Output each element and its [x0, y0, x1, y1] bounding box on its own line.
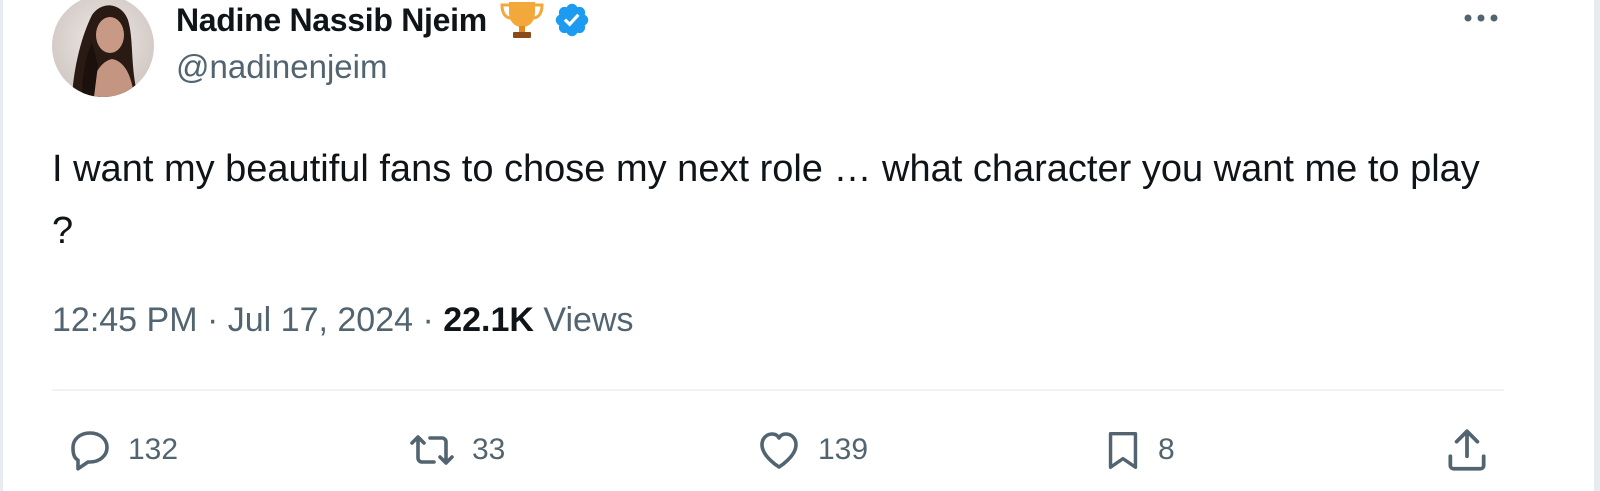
- author-name-row: Nadine Nassib Njeim: [176, 0, 591, 40]
- verified-badge-icon[interactable]: [553, 1, 591, 39]
- tweet-date[interactable]: Jul 17, 2024: [228, 301, 413, 340]
- author-name[interactable]: Nadine Nassib Njeim: [176, 2, 487, 39]
- trophy-icon: [500, 2, 544, 38]
- avatar[interactable]: [52, 0, 154, 97]
- share-icon: [1448, 429, 1486, 471]
- tweet-time[interactable]: 12:45 PM: [52, 301, 198, 340]
- tweet-text: I want my beautiful fans to chose my nex…: [52, 148, 1480, 252]
- like-button[interactable]: 139: [752, 424, 868, 476]
- bookmark-count: 8: [1158, 433, 1175, 466]
- share-button[interactable]: [1442, 424, 1492, 476]
- heart-icon: [760, 432, 798, 469]
- meta-separator: ·: [413, 301, 444, 339]
- more-options-icon[interactable]: [1460, 6, 1502, 30]
- repost-count: 33: [472, 433, 506, 466]
- views-count[interactable]: 22.1K: [443, 301, 534, 340]
- repost-icon: [410, 435, 454, 465]
- reply-count: 132: [128, 433, 179, 466]
- tweet-meta: 12:45 PM · Jul 17, 2024 · 22.1K Views: [52, 301, 634, 340]
- right-border: [1594, 0, 1600, 491]
- bookmark-button[interactable]: 8: [1100, 424, 1175, 476]
- left-border: [0, 0, 3, 491]
- views-label[interactable]: Views: [534, 301, 633, 340]
- like-count: 139: [818, 433, 869, 466]
- repost-button[interactable]: 33: [404, 424, 505, 476]
- reply-icon: [71, 431, 109, 471]
- bookmark-icon: [1108, 431, 1138, 469]
- author-handle[interactable]: @nadinenjeim: [176, 48, 387, 86]
- reply-button[interactable]: 132: [64, 424, 178, 476]
- divider: [52, 389, 1504, 391]
- meta-separator: ·: [197, 301, 228, 339]
